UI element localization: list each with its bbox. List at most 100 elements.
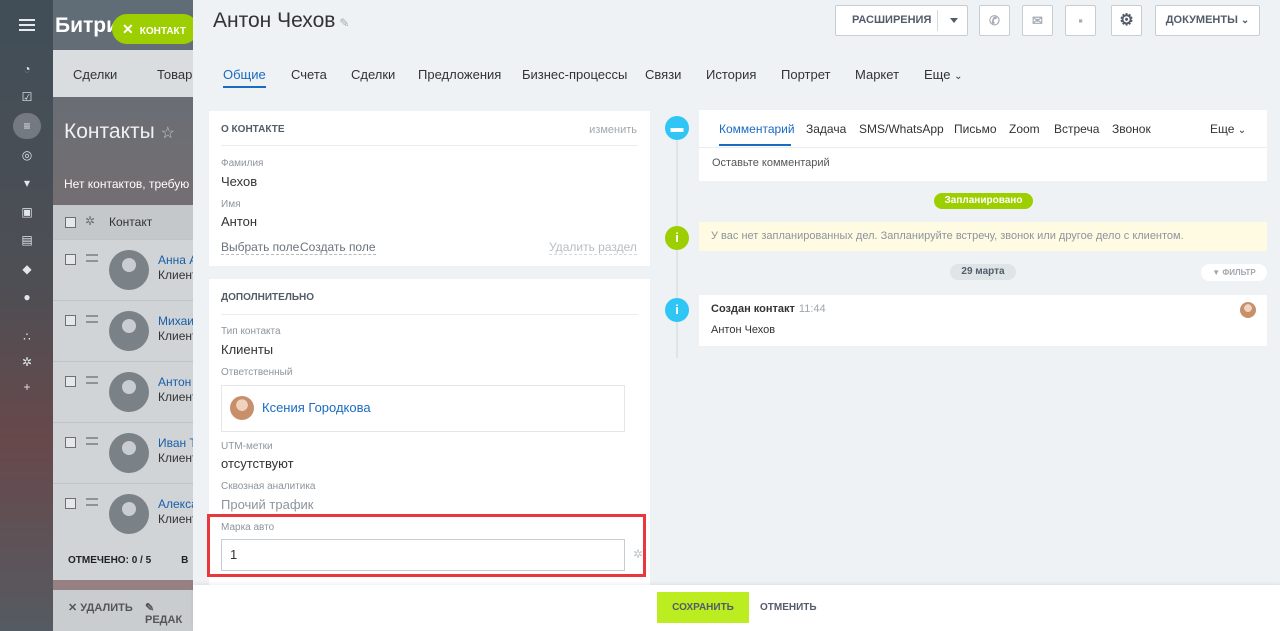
plus-icon[interactable]: +	[20, 380, 34, 394]
activity-tab-meeting[interactable]: Встреча	[1054, 122, 1099, 136]
lastname-value[interactable]: Чехов	[221, 174, 257, 189]
bg-delete-button[interactable]: ✕ УДАЛИТЬ	[68, 601, 133, 614]
row-checkbox[interactable]	[65, 437, 76, 448]
firstname-value[interactable]: Антон	[221, 214, 257, 229]
drag-icon[interactable]	[86, 315, 98, 323]
avatar	[1240, 302, 1256, 318]
table-row[interactable]: Антон ЧКлиент	[53, 361, 193, 422]
cart-icon[interactable]: ▾	[20, 176, 34, 190]
contact-type-label: Тип контакта	[221, 326, 281, 337]
gear-icon[interactable]: ✲	[85, 214, 95, 228]
table-row[interactable]: Иван ТуКлиент	[53, 422, 193, 483]
row-name[interactable]: Михаил	[158, 314, 193, 328]
contact-type-value[interactable]: Клиенты	[221, 342, 273, 357]
activity-tab-sms[interactable]: SMS/WhatsApp	[859, 122, 944, 136]
avatar	[109, 372, 149, 412]
crm-icon[interactable]: ≡	[13, 113, 41, 139]
delete-section-link[interactable]: Удалить раздел	[549, 240, 637, 255]
row-name[interactable]: Анна А	[158, 253, 193, 267]
row-type: Клиент	[158, 329, 193, 343]
activity-tab-comment[interactable]: Комментарий	[719, 122, 795, 136]
event-body: Антон Чехов	[711, 324, 776, 336]
left-icon-rail: ◔ ☑ ≡ ◎ ▾ ▣ ▤ ◆ ● ∴ ✲ +	[0, 0, 53, 631]
pencil-icon[interactable]: ✎	[339, 16, 349, 30]
activity-tab-call[interactable]: Звонок	[1112, 122, 1151, 136]
tab-more[interactable]: Еще ⌄	[924, 67, 962, 82]
activity-tab-email[interactable]: Письмо	[954, 122, 997, 136]
target-icon[interactable]: ◎	[20, 148, 34, 162]
table-row[interactable]: Анна АКлиент	[53, 239, 193, 300]
avatar	[109, 311, 149, 351]
check-circle-icon[interactable]: ●	[20, 290, 34, 304]
close-slider-chip[interactable]: ✕ КОНТАКТ	[112, 14, 198, 44]
chat-icon[interactable]: ▪	[1065, 5, 1096, 36]
create-field-link[interactable]: Создать поле	[300, 240, 376, 255]
event-title: Создан контакт 11:44	[711, 303, 826, 315]
activity-editor: Комментарий Задача SMS/WhatsApp Письмо Z…	[699, 110, 1267, 181]
drag-icon[interactable]	[86, 376, 98, 384]
mail-icon[interactable]: ✉	[1022, 5, 1053, 36]
bg-tab-products[interactable]: Товар	[157, 67, 192, 82]
cancel-button[interactable]: ОТМЕНИТЬ	[760, 592, 817, 623]
row-name[interactable]: Алекса	[158, 497, 193, 511]
activity-tab-zoom[interactable]: Zoom	[1009, 122, 1040, 136]
drag-icon[interactable]	[86, 437, 98, 445]
row-checkbox[interactable]	[65, 315, 76, 326]
close-icon[interactable]: ✕	[122, 21, 134, 37]
tab-market[interactable]: Маркет	[855, 67, 899, 82]
row-checkbox[interactable]	[65, 254, 76, 265]
tab-deals[interactable]: Сделки	[351, 67, 395, 82]
settings-gear-button[interactable]: ⚙	[1111, 5, 1142, 36]
edit-section-link[interactable]: изменить	[589, 124, 637, 136]
comment-icon: ▬	[665, 116, 689, 140]
activity-tab-task[interactable]: Задача	[806, 122, 846, 136]
responsible-field[interactable]: Ксения Городкова	[221, 385, 625, 432]
tab-general[interactable]: Общие	[223, 67, 266, 88]
contact-name[interactable]: Антон Чехов	[213, 9, 335, 32]
row-checkbox[interactable]	[65, 498, 76, 509]
utm-value: отсутствуют	[221, 456, 294, 471]
active-tab-indicator	[719, 144, 791, 146]
row-checkbox[interactable]	[65, 376, 76, 387]
menu-icon[interactable]	[19, 19, 35, 31]
phone-icon[interactable]: ✆	[979, 5, 1010, 36]
sitemap-icon[interactable]: ∴	[20, 330, 34, 344]
tab-business-processes[interactable]: Бизнес-процессы	[522, 67, 627, 82]
save-button[interactable]: СОХРАНИТЬ	[657, 592, 749, 623]
bg-edit-button[interactable]: ✎ РЕДАК	[145, 601, 193, 626]
select-all-checkbox[interactable]	[65, 217, 76, 228]
box-icon[interactable]: ◆	[20, 262, 34, 276]
tab-invoices[interactable]: Счета	[291, 67, 327, 82]
gear-icon[interactable]: ✲	[633, 547, 643, 561]
filter-button[interactable]: ▼ ФИЛЬТР	[1201, 264, 1267, 281]
row-name[interactable]: Иван Ту	[158, 436, 193, 450]
choose-field-link[interactable]: Выбрать поле	[221, 240, 300, 255]
activity-icon[interactable]: ◔	[20, 62, 34, 76]
drag-icon[interactable]	[86, 254, 98, 262]
extensions-button[interactable]: РАСШИРЕНИЯ	[835, 5, 968, 36]
responsible-name[interactable]: Ксения Городкова	[262, 400, 371, 415]
tab-offers[interactable]: Предложения	[418, 67, 501, 82]
comment-input[interactable]: Оставьте комментарий	[712, 157, 830, 169]
filter-icon: ▼	[1212, 268, 1221, 277]
contacts-icon[interactable]: ▣	[20, 205, 34, 219]
tasks-icon[interactable]: ☑	[20, 90, 34, 104]
row-name[interactable]: Антон Ч	[158, 375, 193, 389]
tab-history[interactable]: История	[706, 67, 756, 82]
table-row[interactable]: АлексаКлиент	[53, 483, 193, 544]
chevron-down-icon: ⌄	[1237, 125, 1247, 136]
divider	[699, 147, 1267, 148]
tab-links[interactable]: Связи	[645, 67, 681, 82]
car-brand-input[interactable]: 1	[221, 539, 625, 571]
divider	[221, 145, 638, 146]
settings-icon[interactable]: ✲	[20, 355, 34, 369]
documents-button[interactable]: ДОКУМЕНТЫ ⌄	[1155, 5, 1260, 36]
activity-tab-more[interactable]: Еще ⌄	[1210, 122, 1246, 136]
avatar	[109, 494, 149, 534]
robot-icon[interactable]: ▤	[20, 233, 34, 247]
chevron-down-icon[interactable]	[950, 18, 958, 23]
drag-icon[interactable]	[86, 498, 98, 506]
table-row[interactable]: МихаилКлиент	[53, 300, 193, 361]
tab-portrait[interactable]: Портрет	[781, 67, 830, 82]
bg-tab-deals[interactable]: Сделки	[73, 67, 117, 82]
